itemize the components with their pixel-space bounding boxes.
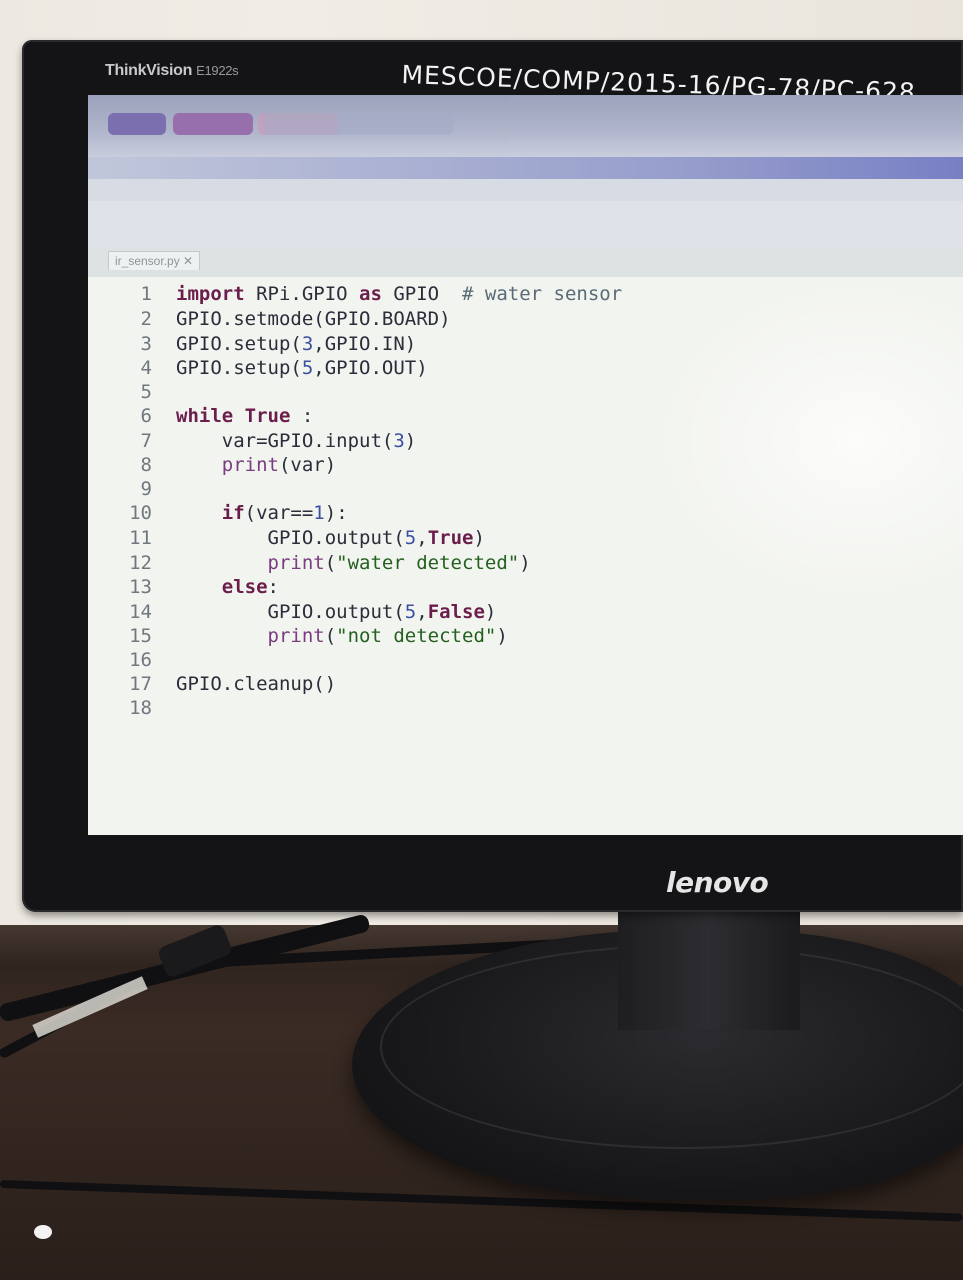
line-number: 11 <box>129 527 152 549</box>
menu-button[interactable] <box>108 113 166 135</box>
code-line: 3 GPIO.setup(3,GPIO.IN) <box>88 333 417 357</box>
line-number: 2 <box>140 308 152 330</box>
tab-ir-sensor[interactable]: ir_sensor.py ✕ <box>108 251 201 270</box>
line-number: 13 <box>129 576 152 598</box>
code-line: 9 <box>88 478 176 502</box>
code-line: 7 var=GPIO.input(3) <box>88 430 417 454</box>
code-line: 17 GPIO.cleanup() <box>88 673 336 697</box>
code-line: 15 print("not detected") <box>88 625 508 649</box>
line-number: 9 <box>140 478 152 500</box>
code-line: 18 <box>88 697 176 721</box>
line-number: 15 <box>129 625 152 647</box>
taskbar-window-button[interactable] <box>263 113 453 135</box>
code-line: 12 print("water detected") <box>88 552 531 576</box>
line-number: 7 <box>140 430 152 452</box>
code-line: 5 <box>88 381 176 405</box>
taskbar <box>88 95 963 157</box>
line-number: 3 <box>140 333 152 355</box>
code-line: 1 import RPi.GPIO as GPIO # water sensor <box>88 283 623 307</box>
line-number: 18 <box>129 697 152 719</box>
line-number: 16 <box>129 649 152 671</box>
monitor-stand-neck <box>618 905 800 1030</box>
toolbar <box>88 201 963 342</box>
code-line: 14 GPIO.output(5,False) <box>88 601 496 625</box>
code-line: 4 GPIO.setup(5,GPIO.OUT) <box>88 357 428 381</box>
window-titlebar <box>88 157 963 179</box>
taskbar-app-button[interactable] <box>173 113 253 135</box>
code-line: 6 while True : <box>88 405 314 429</box>
code-line: 2 GPIO.setmode(GPIO.BOARD) <box>88 308 451 332</box>
line-number: 4 <box>140 357 152 379</box>
code-line: 13 else: <box>88 576 279 600</box>
code-editor[interactable]: 1 import RPi.GPIO as GPIO # water sensor … <box>88 277 963 835</box>
line-number: 6 <box>140 405 152 427</box>
lenovo-logo: lenovo <box>666 866 769 899</box>
line-number: 14 <box>129 601 152 623</box>
line-number: 12 <box>129 552 152 574</box>
thinkvision-logo: ThinkVision E1922s <box>105 62 239 80</box>
brand-label: ThinkVision <box>105 62 193 79</box>
code-line: 11 GPIO.output(5,True) <box>88 527 485 551</box>
code-line: 10 if(var==1): <box>88 502 348 526</box>
monitor-screen: ir_sensor.py ✕ 1 import RPi.GPIO as GPIO … <box>88 95 963 835</box>
editor-tab-bar <box>88 247 963 278</box>
line-number: 5 <box>140 381 152 403</box>
code-line: 8 print(var) <box>88 454 337 478</box>
line-number: 17 <box>129 673 152 695</box>
model-label: E1922s <box>196 63 239 78</box>
line-number: 10 <box>129 502 152 524</box>
line-number: 1 <box>140 283 152 305</box>
code-line: 16 <box>88 649 176 673</box>
desk-spot <box>34 1225 52 1239</box>
line-number: 8 <box>140 454 152 476</box>
menu-bar <box>88 179 963 201</box>
